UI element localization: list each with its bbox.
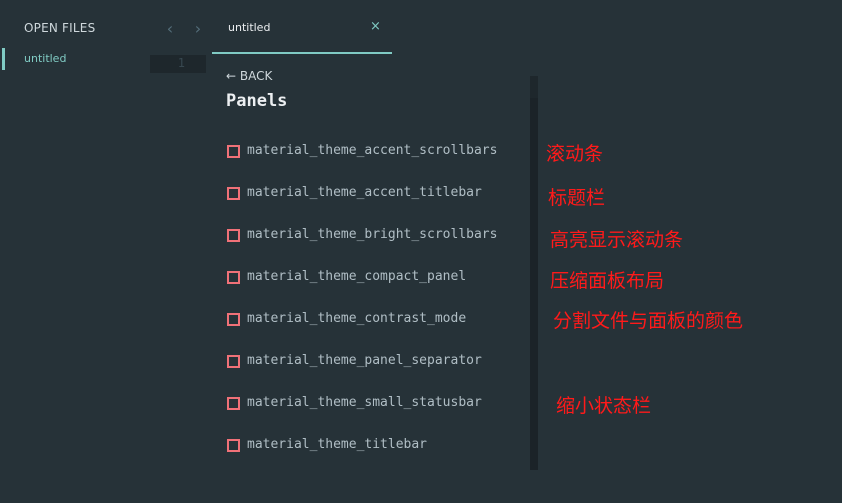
annotation-bright-scrollbars: 高亮显示滚动条 (550, 229, 684, 251)
option-label: material_theme_accent_scrollbars (247, 143, 498, 158)
checkbox-icon[interactable] (227, 355, 240, 368)
checkbox-icon[interactable] (227, 229, 240, 242)
option-label: material_theme_panel_separator (247, 353, 482, 368)
option-label: material_theme_titlebar (247, 437, 428, 452)
editor-gutter: 1 (150, 55, 205, 73)
back-link[interactable]: ← BACK (226, 69, 272, 83)
active-file-indicator (2, 48, 5, 70)
checkbox-icon[interactable] (227, 187, 240, 200)
checkbox-icon[interactable] (227, 439, 240, 452)
sidebar-item-label: untitled (24, 52, 67, 65)
page-title: Panels (226, 91, 288, 111)
tab-navigation: ‹ › (160, 18, 212, 40)
annotation-contrast-mode: 分割文件与面板的颜色 (553, 310, 744, 332)
checkbox-icon[interactable] (227, 271, 240, 284)
option-label: material_theme_accent_titlebar (247, 185, 482, 200)
gutter-border (205, 55, 206, 73)
checkbox-icon[interactable] (227, 397, 240, 410)
chevron-right-icon[interactable]: › (188, 18, 208, 40)
open-files-header: OPEN FILES (24, 21, 96, 35)
tab-label: untitled (228, 21, 271, 34)
option-label: material_theme_small_statusbar (247, 395, 482, 410)
vertical-scrollbar[interactable] (530, 76, 538, 470)
option-label: material_theme_bright_scrollbars (247, 227, 498, 242)
tab-untitled[interactable]: untitled × (212, 0, 392, 54)
option-label: material_theme_contrast_mode (247, 311, 467, 326)
annotation-compact-panel: 压缩面板布局 (550, 270, 665, 292)
option-label: material_theme_compact_panel (247, 269, 467, 284)
sidebar: OPEN FILES untitled (0, 0, 150, 503)
active-tab-underline (212, 52, 392, 54)
annotation-titlebar: 标题栏 (548, 187, 606, 209)
line-number: 1 (177, 56, 185, 70)
checkbox-icon[interactable] (227, 313, 240, 326)
close-icon[interactable]: × (370, 19, 381, 34)
annotation-small-statusbar: 缩小状态栏 (556, 395, 652, 417)
chevron-left-icon[interactable]: ‹ (160, 18, 180, 40)
annotation-scrollbars: 滚动条 (546, 143, 604, 165)
sidebar-item-untitled[interactable]: untitled (0, 46, 150, 72)
checkbox-icon[interactable] (227, 145, 240, 158)
scrollbar-thumb[interactable] (530, 98, 538, 470)
